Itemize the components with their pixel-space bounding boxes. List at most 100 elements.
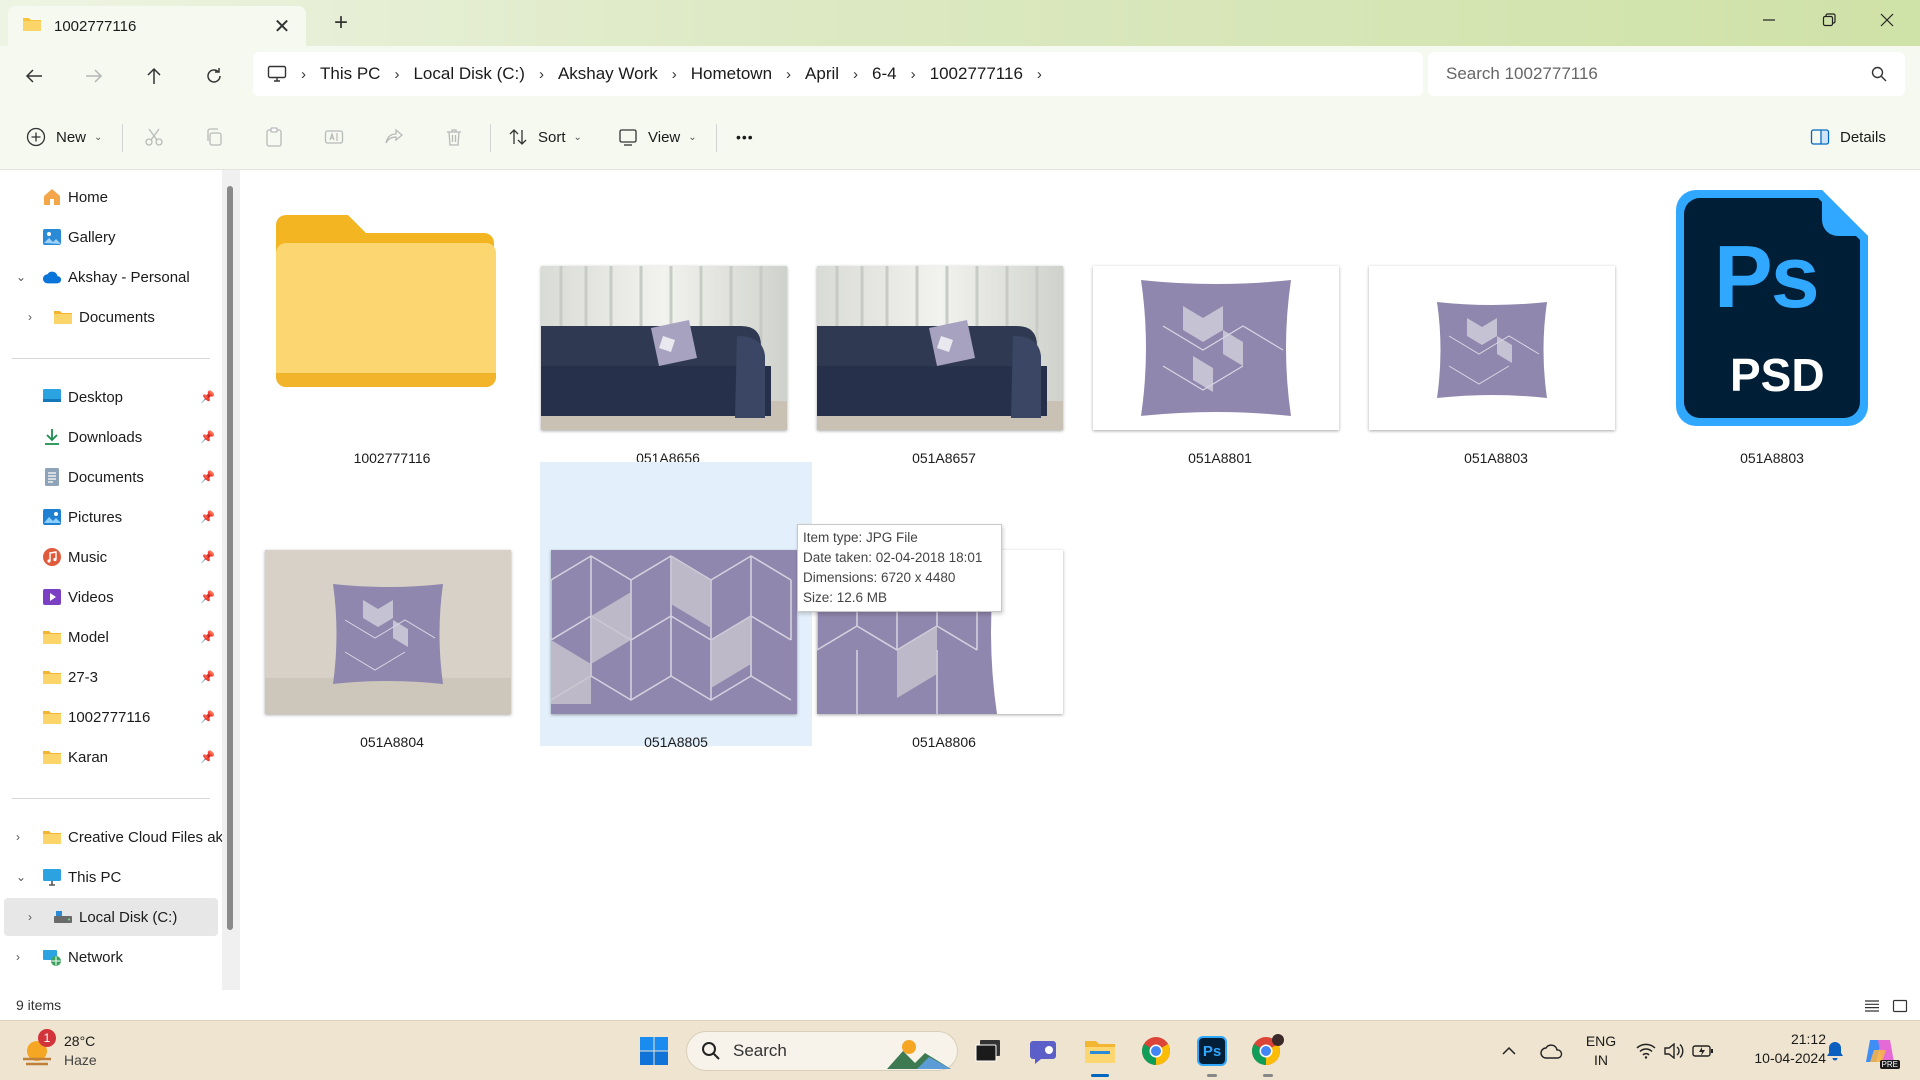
show-hidden-icons-button[interactable] xyxy=(1494,1031,1524,1071)
search-box[interactable] xyxy=(1428,52,1905,96)
sidebar-item-27-3[interactable]: 27-3 📌 xyxy=(0,658,222,696)
rename-button[interactable] xyxy=(324,118,344,156)
restore-button[interactable] xyxy=(1800,0,1858,40)
pin-icon[interactable]: 📌 xyxy=(200,550,215,564)
pin-icon[interactable]: 📌 xyxy=(200,590,215,604)
chevron-right-icon[interactable]: › xyxy=(16,950,20,964)
up-button[interactable] xyxy=(136,58,172,94)
pin-icon[interactable]: 📌 xyxy=(200,470,215,484)
close-tab-icon[interactable]: ✕ xyxy=(272,14,292,39)
chevron-right-icon[interactable]: › xyxy=(539,66,544,83)
tab-1002777116[interactable]: 1002777116 ✕ xyxy=(8,6,306,46)
task-view-button[interactable] xyxy=(968,1031,1008,1071)
chevron-right-icon[interactable]: › xyxy=(28,310,32,324)
sidebar-item-onedrive[interactable]: ⌄ Akshay - Personal xyxy=(0,258,222,296)
start-button[interactable] xyxy=(634,1031,674,1071)
pin-icon[interactable]: 📌 xyxy=(200,430,215,444)
crumb-1002777116[interactable]: 1002777116 xyxy=(930,64,1023,84)
chevron-right-icon[interactable]: › xyxy=(301,66,306,83)
sidebar-scrollbar[interactable] xyxy=(222,170,240,990)
file-item[interactable]: Ps PSD 051A8803 xyxy=(1634,182,1910,470)
view-button[interactable]: View ⌄ xyxy=(618,118,697,156)
sidebar-item-videos[interactable]: Videos 📌 xyxy=(0,578,222,616)
crumb-hometown[interactable]: Hometown xyxy=(691,64,772,84)
more-options-button[interactable]: ••• xyxy=(736,118,754,156)
chrome-profile-button[interactable] xyxy=(1248,1031,1288,1077)
pin-icon[interactable]: 📌 xyxy=(200,750,215,764)
search-icon[interactable] xyxy=(1871,66,1887,82)
file-item[interactable]: 051A8804 xyxy=(254,466,530,754)
copy-button[interactable] xyxy=(204,118,224,156)
details-view-toggle[interactable] xyxy=(1862,996,1882,1016)
notifications-button[interactable] xyxy=(1820,1031,1850,1071)
cut-button[interactable] xyxy=(144,118,164,156)
file-item[interactable]: 051A8801 xyxy=(1082,182,1358,470)
paste-button[interactable] xyxy=(264,118,284,156)
teams-button[interactable] xyxy=(1024,1031,1064,1071)
chevron-down-icon[interactable]: ⌄ xyxy=(16,270,26,284)
chevron-right-icon[interactable]: › xyxy=(28,910,32,924)
crumb-6-4[interactable]: 6-4 xyxy=(872,64,897,84)
crumb-local-disk[interactable]: Local Disk (C:) xyxy=(413,64,524,84)
details-button[interactable]: Details xyxy=(1810,118,1886,156)
chevron-right-icon[interactable]: › xyxy=(853,66,858,83)
pin-icon[interactable]: 📌 xyxy=(200,710,215,724)
file-item[interactable]: 1002777116 xyxy=(254,182,530,470)
minimize-button[interactable] xyxy=(1740,0,1798,40)
file-explorer-button[interactable] xyxy=(1080,1031,1120,1077)
weather-widget[interactable]: 1 28°C Haze xyxy=(18,1029,138,1073)
sidebar-item-1002777116[interactable]: 1002777116 📌 xyxy=(0,698,222,736)
chrome-button[interactable] xyxy=(1136,1031,1176,1071)
chevron-right-icon[interactable]: › xyxy=(16,830,20,844)
refresh-button[interactable] xyxy=(196,58,232,94)
copilot-button[interactable]: PRE xyxy=(1860,1031,1900,1071)
back-button[interactable] xyxy=(16,58,52,94)
share-button[interactable] xyxy=(384,118,404,156)
pin-icon[interactable]: 📌 xyxy=(200,510,215,524)
sidebar-item-creative-cloud[interactable]: › Creative Cloud Files ak xyxy=(0,818,223,856)
crumb-this-pc[interactable]: This PC xyxy=(320,64,380,84)
crumb-april[interactable]: April xyxy=(805,64,839,84)
crumb-akshay-work[interactable]: Akshay Work xyxy=(558,64,658,84)
pin-icon[interactable]: 📌 xyxy=(200,390,215,404)
search-input[interactable] xyxy=(1446,64,1871,84)
input-language[interactable]: ENG IN xyxy=(1580,1033,1622,1068)
sidebar-item-local-disk[interactable]: › Local Disk (C:) xyxy=(4,898,218,936)
sidebar-item-home[interactable]: Home xyxy=(0,178,222,216)
delete-button[interactable] xyxy=(444,118,464,156)
sidebar-item-karan[interactable]: Karan 📌 xyxy=(0,738,222,776)
chevron-right-icon[interactable]: › xyxy=(1037,66,1042,83)
sidebar-item-gallery[interactable]: Gallery xyxy=(0,218,222,256)
chevron-right-icon[interactable]: › xyxy=(786,66,791,83)
sidebar-item-network[interactable]: › Network xyxy=(0,938,222,976)
sort-button[interactable]: Sort ⌄ xyxy=(508,118,582,156)
sidebar-item-this-pc[interactable]: ⌄ This PC xyxy=(0,858,222,896)
new-tab-button[interactable]: + xyxy=(326,8,356,38)
large-icons-view-toggle[interactable] xyxy=(1890,996,1910,1016)
chevron-right-icon[interactable]: › xyxy=(911,66,916,83)
sidebar-item-downloads[interactable]: Downloads 📌 xyxy=(0,418,222,456)
chevron-down-icon[interactable]: ⌄ xyxy=(16,870,26,884)
file-item-selected[interactable]: 051A8805 xyxy=(540,462,812,750)
sidebar-item-pictures[interactable]: Pictures 📌 xyxy=(0,498,222,536)
computer-icon[interactable] xyxy=(267,65,287,83)
quick-settings-button[interactable] xyxy=(1636,1039,1716,1063)
pin-icon[interactable]: 📌 xyxy=(200,670,215,684)
breadcrumb[interactable]: › This PC › Local Disk (C:) › Akshay Wor… xyxy=(253,52,1423,96)
sidebar-item-desktop[interactable]: Desktop 📌 xyxy=(0,378,222,416)
taskbar-search[interactable]: Search xyxy=(686,1031,958,1071)
chevron-right-icon[interactable]: › xyxy=(672,66,677,83)
photoshop-button[interactable]: Ps xyxy=(1192,1031,1232,1077)
close-window-button[interactable] xyxy=(1858,0,1916,40)
sidebar-item-documents[interactable]: Documents 📌 xyxy=(0,458,222,496)
file-item[interactable]: 051A8657 xyxy=(806,182,1082,470)
sidebar-item-model[interactable]: Model 📌 xyxy=(0,618,222,656)
pin-icon[interactable]: 📌 xyxy=(200,630,215,644)
scrollbar-thumb[interactable] xyxy=(227,186,233,930)
sidebar-item-music[interactable]: Music 📌 xyxy=(0,538,222,576)
forward-button[interactable] xyxy=(76,58,112,94)
file-item[interactable]: 051A8656 xyxy=(530,182,806,470)
chevron-right-icon[interactable]: › xyxy=(394,66,399,83)
sidebar-item-onedrive-documents[interactable]: › Documents xyxy=(0,298,222,336)
new-button[interactable]: New ⌄ xyxy=(26,118,102,156)
